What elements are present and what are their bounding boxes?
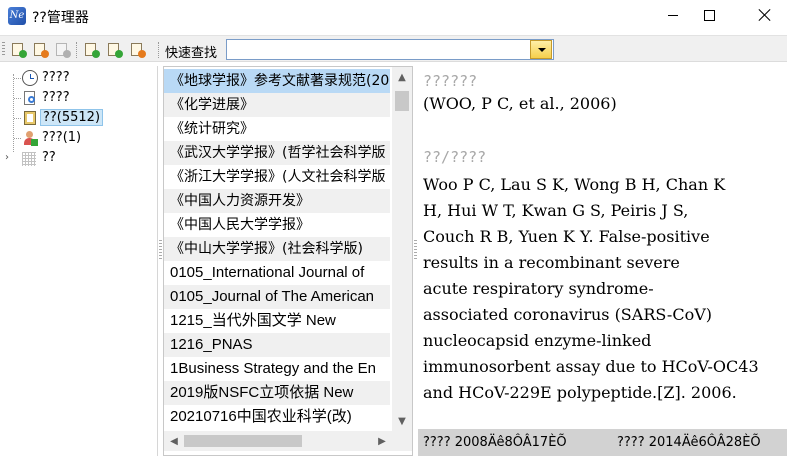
minimize-icon	[668, 14, 678, 16]
list-item[interactable]: 《地球学报》参考文献著录规范(20	[164, 69, 390, 93]
reference-line: acute respiratory syndrome-	[423, 279, 654, 298]
list-item[interactable]: 《统计研究》	[164, 117, 390, 141]
delete-badge-icon	[63, 50, 71, 58]
scrollbar-corner	[392, 431, 412, 451]
delete-style-button[interactable]	[53, 41, 71, 58]
toolbar: 快速查找	[0, 35, 787, 62]
scroll-left-icon[interactable]: ◀	[164, 431, 184, 451]
reference-line: H, Hui W T, Kwan G S, Peiris J S,	[423, 201, 689, 220]
clock-icon	[22, 70, 38, 86]
list-item[interactable]: 0105_Journal of The American	[164, 285, 390, 309]
list-item[interactable]: 20210716中国农业科学(改)	[164, 405, 390, 429]
tree-item-label: ???(1)	[42, 130, 82, 145]
reference-preview: Woo P C, Lau S K, Wong B H, Chan K H, Hu…	[423, 172, 787, 406]
list-item[interactable]: 1215_当代外国文学 New	[164, 309, 390, 333]
reference-line: results in a recombinant severe	[423, 253, 680, 272]
list-splitter[interactable]	[414, 240, 417, 260]
library-icon	[22, 110, 38, 126]
tree-item-label: ????	[42, 70, 70, 85]
tree-item-categories[interactable]: › ??	[0, 148, 158, 168]
list-item[interactable]: 2019版NSFC立项依据 New	[164, 381, 390, 405]
status-bar: ???? 2008Äê8ÔÂ17ÈÕ ???? 2014Äê6ÔÂ28ÈÕ	[418, 429, 787, 456]
list-item[interactable]: 《化学进展》	[164, 93, 390, 117]
maximize-button[interactable]	[686, 0, 732, 30]
user-add-icon	[22, 130, 38, 146]
scroll-right-icon[interactable]: ▶	[372, 431, 392, 451]
quick-search-label: 快速查找	[165, 46, 218, 61]
edit-badge-icon	[41, 50, 49, 58]
list-vertical-scrollbar[interactable]: ▲ ▼	[392, 67, 412, 431]
citation-heading: ??????	[423, 72, 478, 90]
chevron-right-icon[interactable]: ›	[5, 152, 9, 163]
tree-item-search[interactable]: ????	[0, 88, 158, 108]
tree-item-label: ??	[42, 150, 56, 165]
properties-badge-icon	[138, 50, 146, 58]
scrollbar-thumb[interactable]	[184, 435, 302, 447]
reference-line: and HCoV-229E polypeptide.[Z]. 2006.	[423, 383, 737, 402]
reference-line: Woo P C, Lau S K, Wong B H, Chan K	[423, 175, 726, 194]
export-style-button[interactable]	[105, 41, 123, 58]
style-properties-button[interactable]	[128, 41, 146, 58]
toolbar-separator	[158, 42, 159, 58]
add-badge-icon	[19, 50, 27, 58]
tree-item-label: ??(5512)	[40, 109, 104, 126]
title-bar: Ne ??管理器	[0, 0, 787, 32]
tree-item-all-styles[interactable]: ??(5512)	[0, 108, 158, 128]
list-item[interactable]: 《中国人力资源开发》	[164, 189, 390, 213]
reference-line: nucleocapsid enzyme-linked	[423, 331, 652, 350]
quick-search-dropdown-button[interactable]	[530, 40, 552, 59]
toolbar-grip[interactable]	[2, 42, 5, 57]
chevron-down-icon	[538, 48, 546, 52]
toolbar-separator	[76, 42, 77, 58]
style-preview: ?????? (WOO, P C, et al., 2006) ??/???? …	[418, 66, 787, 428]
reference-heading: ??/????	[423, 148, 487, 166]
edit-style-button[interactable]	[31, 41, 49, 58]
window-title: ??管理器	[32, 10, 89, 26]
tree-item-label: ????	[42, 90, 70, 105]
list-item[interactable]: 《中山大学学报》(社会科学版)	[164, 237, 390, 261]
tree-item-recent[interactable]: ????	[0, 68, 158, 88]
quick-search-input[interactable]	[226, 39, 554, 60]
scroll-up-icon[interactable]: ▲	[392, 67, 412, 87]
list-item[interactable]: 0105_International Journal of	[164, 261, 390, 285]
close-icon	[758, 8, 772, 22]
style-list: 《地球学报》参考文献著录规范(20 《化学进展》 《统计研究》 《武汉大学学报》…	[163, 66, 413, 456]
list-item[interactable]: 《武汉大学学报》(哲学社会科学版	[164, 141, 390, 165]
scroll-down-icon[interactable]: ▼	[392, 411, 412, 431]
new-style-button[interactable]	[9, 41, 27, 58]
modified-date: ???? 2014Äê6ÔÂ28ÈÕ	[617, 435, 761, 450]
list-item[interactable]: 1216_PNAS	[164, 333, 390, 357]
citation-preview: (WOO, P C, et al., 2006)	[423, 94, 617, 113]
list-item[interactable]: 《中国人民大学学报》	[164, 213, 390, 237]
grid-icon	[22, 152, 36, 166]
reference-line: Couch R B, Yuen K Y. False-positive	[423, 227, 710, 246]
list-item[interactable]: 《浙江大学学报》(人文社会科学版	[164, 165, 390, 189]
category-tree: ???? ???? ??(5512) ???(1) › ??	[0, 66, 158, 456]
scrollbar-thumb[interactable]	[395, 91, 409, 111]
list-item[interactable]: 1Business Strategy and the En	[164, 357, 390, 381]
tree-splitter[interactable]	[159, 240, 162, 260]
close-button[interactable]	[742, 0, 787, 30]
search-doc-icon	[22, 90, 38, 106]
reference-line: immunosorbent assay due to HCoV-OC43	[423, 357, 759, 376]
list-horizontal-scrollbar[interactable]: ◀ ▶	[164, 431, 392, 451]
import-badge-icon	[92, 50, 100, 58]
created-date: ???? 2008Äê8ÔÂ17ÈÕ	[423, 435, 567, 450]
import-style-button[interactable]	[82, 41, 100, 58]
maximize-icon	[703, 9, 715, 21]
tree-item-user-styles[interactable]: ???(1)	[0, 128, 158, 148]
export-badge-icon	[115, 50, 123, 58]
reference-line: associated coronavirus (SARS-CoV)	[423, 305, 712, 324]
app-logo-icon: Ne	[8, 7, 26, 25]
